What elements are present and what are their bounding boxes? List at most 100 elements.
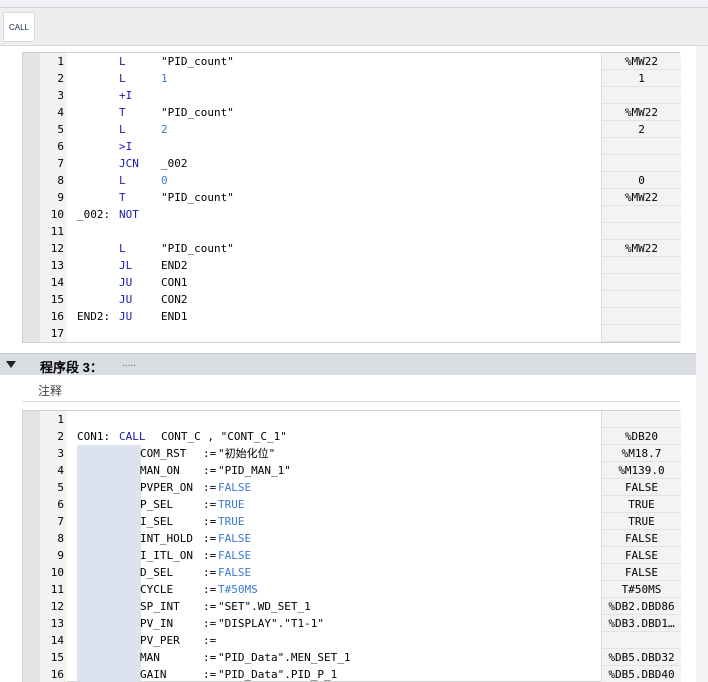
line-number: 7: [40, 513, 67, 530]
line-gutter: [23, 530, 40, 547]
param-value: "PID_MAN_1": [218, 464, 291, 477]
param-assign: :=: [203, 481, 217, 494]
line-number: 7: [40, 155, 67, 172]
line-number: 14: [40, 274, 67, 291]
monitor-value: [601, 274, 681, 291]
line-number: 2: [40, 70, 67, 87]
monitor-value: FALSE: [601, 530, 681, 547]
param-name: CYCLE: [140, 583, 200, 596]
collapse-arrow-icon[interactable]: [6, 361, 16, 368]
code-line[interactable]: 11: [23, 223, 681, 240]
line-number: 1: [40, 411, 67, 428]
code-line[interactable]: 14 PV_PER :=: [23, 632, 681, 649]
code-line[interactable]: 1: [23, 411, 681, 428]
code-line[interactable]: 16 %DB5.DBD40 GAIN := "PID_Data".PID_P_1: [23, 666, 681, 682]
code-line[interactable]: 3 +I: [23, 87, 681, 104]
call-button[interactable]: CALL: [3, 12, 35, 42]
line-gutter: [23, 496, 40, 513]
code-line[interactable]: 4 %MW22 T "PID_count": [23, 104, 681, 121]
code-line[interactable]: 10 FALSE D_SEL := FALSE: [23, 564, 681, 581]
code-line[interactable]: 4 %M139.0 MAN_ON := "PID_MAN_1": [23, 462, 681, 479]
jump-label: END2:: [77, 310, 111, 323]
param-highlight: [77, 649, 141, 666]
monitor-value: [601, 223, 681, 240]
code-line[interactable]: 10 _002: NOT: [23, 206, 681, 223]
monitor-value: [601, 325, 681, 342]
operand: CON1: [161, 276, 188, 289]
line-gutter: [23, 564, 40, 581]
param-highlight: [77, 564, 141, 581]
code-line[interactable]: 8 FALSE INT_HOLD := FALSE: [23, 530, 681, 547]
code-line[interactable]: 2 1 L 1: [23, 70, 681, 87]
instruction: JL: [119, 259, 133, 272]
param-name: SP_INT: [140, 600, 200, 613]
network-3-title-placeholder[interactable]: .....: [122, 358, 136, 369]
line-number: 9: [40, 547, 67, 564]
monitor-value: TRUE: [601, 513, 681, 530]
code-line[interactable]: 14 JU CON1: [23, 274, 681, 291]
operand: "PID_count": [161, 191, 234, 204]
code-line[interactable]: 9 FALSE I_ITL_ON := FALSE: [23, 547, 681, 564]
monitor-value: %MW22: [601, 53, 681, 70]
code-line[interactable]: 2 %DB20 CON1: CALL CONT_C , "CONT_C_1": [23, 428, 681, 445]
param-highlight: [77, 513, 141, 530]
code-line[interactable]: 1 %MW22 L "PID_count": [23, 53, 681, 70]
line-gutter: [23, 223, 40, 240]
param-assign: :=: [203, 447, 217, 460]
code-line[interactable]: 7 JCN _002: [23, 155, 681, 172]
param-name: PV_PER: [140, 634, 200, 647]
param-highlight: [77, 632, 141, 649]
monitor-value: %M18.7: [601, 445, 681, 462]
param-value: TRUE: [218, 515, 245, 528]
line-number: 10: [40, 564, 67, 581]
operand: _002: [161, 157, 188, 170]
instruction: +I: [119, 89, 133, 102]
operand: CON2: [161, 293, 188, 306]
param-value: T#50MS: [218, 583, 258, 596]
code-line[interactable]: 7 TRUE I_SEL := TRUE: [23, 513, 681, 530]
code-line[interactable]: 9 %MW22 T "PID_count": [23, 189, 681, 206]
monitor-value: [601, 155, 681, 172]
network-2-code[interactable]: 1 %MW22 L "PID_count" 2 1 L 1 3 +I 4 %MW22 T "PID_cou…: [22, 52, 681, 343]
code-line[interactable]: 17: [23, 325, 681, 342]
line-number: 5: [40, 121, 67, 138]
code-line[interactable]: 15 JU CON2: [23, 291, 681, 308]
line-gutter: [23, 325, 40, 342]
param-highlight: [77, 666, 141, 682]
instruction: NOT: [119, 208, 139, 221]
param-assign: :=: [203, 583, 217, 596]
code-line[interactable]: 12 %MW22 L "PID_count": [23, 240, 681, 257]
code-line[interactable]: 3 %M18.7 COM_RST := "初始化位": [23, 445, 681, 462]
monitor-value: [601, 257, 681, 274]
code-line[interactable]: 8 0 L 0: [23, 172, 681, 189]
code-line[interactable]: 5 2 L 2: [23, 121, 681, 138]
line-gutter: [23, 462, 40, 479]
jump-label: CON1:: [77, 430, 111, 443]
network-3-comment[interactable]: 注释: [22, 377, 680, 402]
line-number: 3: [40, 445, 67, 462]
code-line[interactable]: 13 JL END2: [23, 257, 681, 274]
code-line[interactable]: 5 FALSE PVPER_ON := FALSE: [23, 479, 681, 496]
param-value: "PID_Data".MEN_SET_1: [218, 651, 351, 664]
line-gutter: [23, 513, 40, 530]
line-number: 8: [40, 172, 67, 189]
line-gutter: [23, 649, 40, 666]
operand: 1: [161, 72, 168, 85]
code-line[interactable]: 15 %DB5.DBD32 MAN := "PID_Data".MEN_SET_1: [23, 649, 681, 666]
code-line[interactable]: 6 TRUE P_SEL := TRUE: [23, 496, 681, 513]
network-3-code[interactable]: 1 2 %DB20 CON1: CALL CONT_C , "CONT_C_1" 3 %M18…: [22, 410, 681, 682]
code-line[interactable]: 11 T#50MS CYCLE := T#50MS: [23, 581, 681, 598]
network-3-header[interactable]: 程序段 3： .....: [0, 353, 708, 375]
scrollbar[interactable]: [696, 46, 708, 682]
monitor-value: [601, 291, 681, 308]
monitor-value: %M139.0: [601, 462, 681, 479]
code-line[interactable]: 13 %DB3.DBD1… PV_IN := "DISPLAY"."T1-1": [23, 615, 681, 632]
operand: "PID_count": [161, 55, 234, 68]
instruction: L: [119, 123, 126, 136]
code-line[interactable]: 16 END2: JU END1: [23, 308, 681, 325]
line-gutter: [23, 104, 40, 121]
line-gutter: [23, 206, 40, 223]
code-line[interactable]: 12 %DB2.DBD86 SP_INT := "SET".WD_SET_1: [23, 598, 681, 615]
instruction: >I: [119, 140, 133, 153]
code-line[interactable]: 6 >I: [23, 138, 681, 155]
